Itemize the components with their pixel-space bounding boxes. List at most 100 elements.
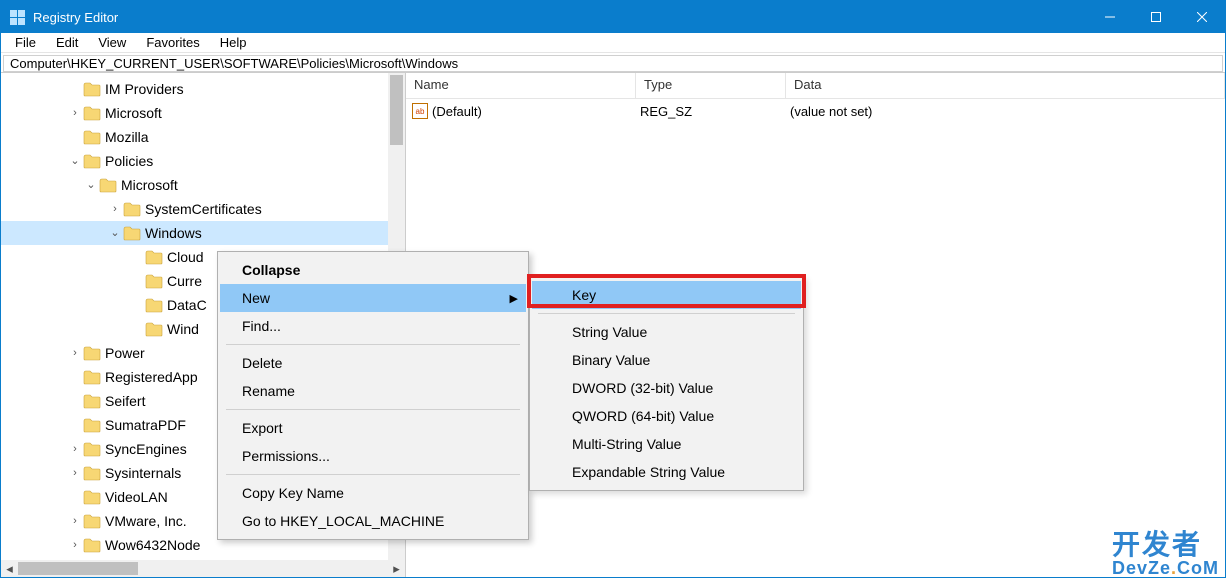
- folder-icon: [83, 418, 101, 433]
- collapse-icon[interactable]: ⌄: [107, 221, 123, 245]
- tree-item[interactable]: ⌄ Windows: [1, 221, 405, 245]
- submenu-arrow-icon: ▶: [510, 292, 518, 305]
- scroll-thumb-h[interactable]: [18, 562, 138, 575]
- title-bar: Registry Editor: [1, 1, 1225, 33]
- expand-icon[interactable]: ›: [107, 197, 123, 221]
- address-path: Computer\HKEY_CURRENT_USER\SOFTWARE\Poli…: [10, 56, 458, 71]
- sub-multi-string[interactable]: Multi-String Value: [532, 430, 801, 458]
- folder-icon: [145, 322, 163, 337]
- ctx-find[interactable]: Find...: [220, 312, 526, 340]
- menu-file[interactable]: File: [7, 33, 44, 52]
- address-bar[interactable]: Computer\HKEY_CURRENT_USER\SOFTWARE\Poli…: [3, 55, 1223, 72]
- tree-item-label: Microsoft: [121, 173, 178, 197]
- separator: [226, 344, 520, 345]
- list-row[interactable]: ab (Default) REG_SZ (value not set): [406, 99, 1225, 123]
- app-icon: [9, 9, 25, 25]
- cell-name: (Default): [432, 104, 640, 119]
- sub-key[interactable]: Key: [532, 281, 801, 309]
- separator: [226, 474, 520, 475]
- folder-icon: [83, 538, 101, 553]
- tree-item-label: Windows: [145, 221, 202, 245]
- tree-item[interactable]: IM Providers: [1, 77, 405, 101]
- tree-item[interactable]: ⌄ Microsoft: [1, 173, 405, 197]
- folder-icon: [83, 394, 101, 409]
- scroll-thumb[interactable]: [390, 75, 403, 145]
- ctx-permissions[interactable]: Permissions...: [220, 442, 526, 470]
- menu-help[interactable]: Help: [212, 33, 255, 52]
- folder-icon: [83, 466, 101, 481]
- folder-icon: [83, 130, 101, 145]
- tree-item[interactable]: › SystemCertificates: [1, 197, 405, 221]
- tree-item-label: VideoLAN: [105, 485, 168, 509]
- tree-item-label: Curre: [167, 269, 202, 293]
- ctx-new[interactable]: New▶: [220, 284, 526, 312]
- tree-item-label: Seifert: [105, 389, 145, 413]
- tree-item-label: SumatraPDF: [105, 413, 186, 437]
- expand-icon[interactable]: ›: [67, 533, 83, 557]
- folder-icon: [145, 274, 163, 289]
- folder-icon: [83, 154, 101, 169]
- sub-string-value[interactable]: String Value: [532, 318, 801, 346]
- folder-icon: [99, 178, 117, 193]
- window: Registry Editor File Edit View Favorites…: [0, 0, 1226, 578]
- cell-data: (value not set): [790, 104, 1219, 119]
- tree-item[interactable]: › Microsoft: [1, 101, 405, 125]
- ctx-collapse[interactable]: Collapse: [220, 256, 526, 284]
- collapse-icon[interactable]: ⌄: [67, 149, 83, 173]
- expand-icon[interactable]: ›: [67, 509, 83, 533]
- tree-item-label: SystemCertificates: [145, 197, 262, 221]
- close-button[interactable]: [1179, 1, 1225, 33]
- ctx-rename[interactable]: Rename: [220, 377, 526, 405]
- sub-expandable-string[interactable]: Expandable String Value: [532, 458, 801, 486]
- col-type[interactable]: Type: [636, 73, 786, 98]
- sub-dword-value[interactable]: DWORD (32-bit) Value: [532, 374, 801, 402]
- expand-icon[interactable]: ›: [67, 437, 83, 461]
- watermark: 开发者 DevZe.CoM: [1112, 531, 1219, 577]
- expand-icon[interactable]: ›: [67, 101, 83, 125]
- menu-edit[interactable]: Edit: [48, 33, 86, 52]
- ctx-copy-key-name[interactable]: Copy Key Name: [220, 479, 526, 507]
- folder-icon: [145, 298, 163, 313]
- folder-icon: [83, 346, 101, 361]
- folder-icon: [83, 514, 101, 529]
- maximize-button[interactable]: [1133, 1, 1179, 33]
- menu-view[interactable]: View: [90, 33, 134, 52]
- scroll-track[interactable]: [18, 560, 388, 577]
- watermark-en: DevZe.CoM: [1112, 559, 1219, 577]
- tree-item-label: DataC: [167, 293, 207, 317]
- folder-icon: [145, 250, 163, 265]
- tree-item-label: Mozilla: [105, 125, 149, 149]
- col-data[interactable]: Data: [786, 73, 1225, 98]
- separator: [226, 409, 520, 410]
- sub-qword-value[interactable]: QWORD (64-bit) Value: [532, 402, 801, 430]
- menu-favorites[interactable]: Favorites: [138, 33, 207, 52]
- minimize-button[interactable]: [1087, 1, 1133, 33]
- ctx-delete[interactable]: Delete: [220, 349, 526, 377]
- tree-item[interactable]: Mozilla: [1, 125, 405, 149]
- ctx-goto-hklm[interactable]: Go to HKEY_LOCAL_MACHINE: [220, 507, 526, 535]
- submenu-new: Key String Value Binary Value DWORD (32-…: [529, 276, 804, 491]
- folder-icon: [83, 370, 101, 385]
- expand-icon[interactable]: ›: [67, 341, 83, 365]
- sub-binary-value[interactable]: Binary Value: [532, 346, 801, 374]
- tree-item-label: Wow6432Node: [105, 533, 200, 557]
- tree-scrollbar-horizontal[interactable]: ◂ ▸: [1, 560, 405, 577]
- separator: [538, 313, 795, 314]
- col-name[interactable]: Name: [406, 73, 636, 98]
- tree-item-label: Microsoft: [105, 101, 162, 125]
- folder-icon: [83, 490, 101, 505]
- tree-item-label: Wind: [167, 317, 199, 341]
- folder-icon: [123, 202, 141, 217]
- cell-type: REG_SZ: [640, 104, 790, 119]
- ctx-export[interactable]: Export: [220, 414, 526, 442]
- watermark-cn: 开发者: [1112, 531, 1219, 559]
- tree-item-label: Power: [105, 341, 145, 365]
- expand-icon[interactable]: ›: [67, 461, 83, 485]
- tree-item-label: IM Providers: [105, 77, 184, 101]
- tree-item[interactable]: ⌄Policies: [1, 149, 405, 173]
- window-controls: [1087, 1, 1225, 33]
- scroll-right-button[interactable]: ▸: [388, 560, 405, 577]
- scroll-left-button[interactable]: ◂: [1, 560, 18, 577]
- collapse-icon[interactable]: ⌄: [83, 173, 99, 197]
- tree-item-label: SyncEngines: [105, 437, 187, 461]
